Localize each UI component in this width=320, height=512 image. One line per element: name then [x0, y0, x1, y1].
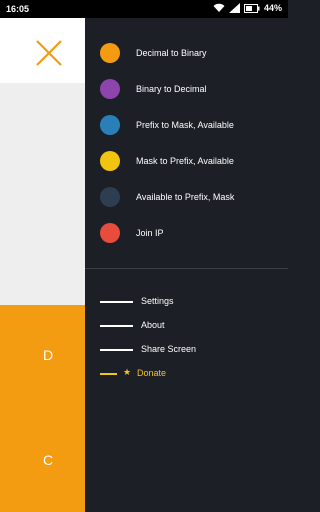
menu-item-mask-to-prefix[interactable]: Mask to Prefix, Available — [85, 143, 288, 179]
menu-item-label: Prefix to Mask, Available — [136, 120, 234, 130]
menu-divider — [85, 268, 288, 269]
menu-item-label: Mask to Prefix, Available — [136, 156, 234, 166]
settings-label: Settings — [141, 296, 174, 306]
donate-label: Donate — [137, 368, 167, 378]
donate-link[interactable]: ★ Donate — [85, 364, 288, 384]
signal-icon — [228, 3, 240, 13]
key-c[interactable]: C — [38, 452, 58, 468]
bar-icon — [100, 349, 133, 351]
share-screen-label: Share Screen — [141, 344, 197, 354]
navigation-drawer: Decimal to Binary Binary to Decimal Pref… — [85, 18, 288, 512]
yellow-dot-icon — [100, 151, 120, 171]
bar-icon — [100, 373, 117, 375]
key-d[interactable]: D — [38, 347, 58, 363]
menu-item-label: Decimal to Binary — [136, 48, 207, 58]
about-label: About — [141, 320, 165, 330]
menu-item-label: Join IP — [136, 228, 164, 238]
menu-item-label: Binary to Decimal — [136, 84, 207, 94]
about-link[interactable]: About — [85, 316, 288, 336]
settings-link[interactable]: Settings — [85, 292, 288, 312]
status-icons: 44% — [213, 3, 282, 13]
menu-item-available-to-prefix[interactable]: Available to Prefix, Mask — [85, 179, 288, 215]
red-dot-icon — [100, 223, 120, 243]
status-bar: 16:05 44% — [0, 0, 288, 18]
bar-icon — [100, 301, 133, 303]
menu-item-prefix-to-mask[interactable]: Prefix to Mask, Available — [85, 107, 288, 143]
menu-item-label: Available to Prefix, Mask — [136, 192, 235, 202]
menu-item-join-ip[interactable]: Join IP — [85, 215, 288, 251]
keypad-area: D C — [0, 305, 85, 512]
orange-dot-icon — [100, 43, 120, 63]
blue-dot-icon — [100, 115, 120, 135]
battery-percent: 44% — [263, 3, 282, 13]
purple-dot-icon — [100, 79, 120, 99]
battery-icon — [243, 3, 260, 13]
bar-icon — [100, 325, 133, 327]
menu-item-decimal-to-binary[interactable]: Decimal to Binary — [85, 35, 288, 71]
wifi-icon — [213, 3, 225, 13]
share-screen-link[interactable]: Share Screen — [85, 340, 288, 360]
display-area — [0, 83, 85, 305]
status-time: 16:05 — [6, 4, 30, 14]
background-screen: D C — [0, 18, 85, 512]
star-icon: ★ — [123, 367, 132, 377]
menu-item-binary-to-decimal[interactable]: Binary to Decimal — [85, 71, 288, 107]
close-icon[interactable] — [34, 38, 64, 68]
header-area — [0, 18, 85, 83]
navy-dot-icon — [100, 187, 120, 207]
